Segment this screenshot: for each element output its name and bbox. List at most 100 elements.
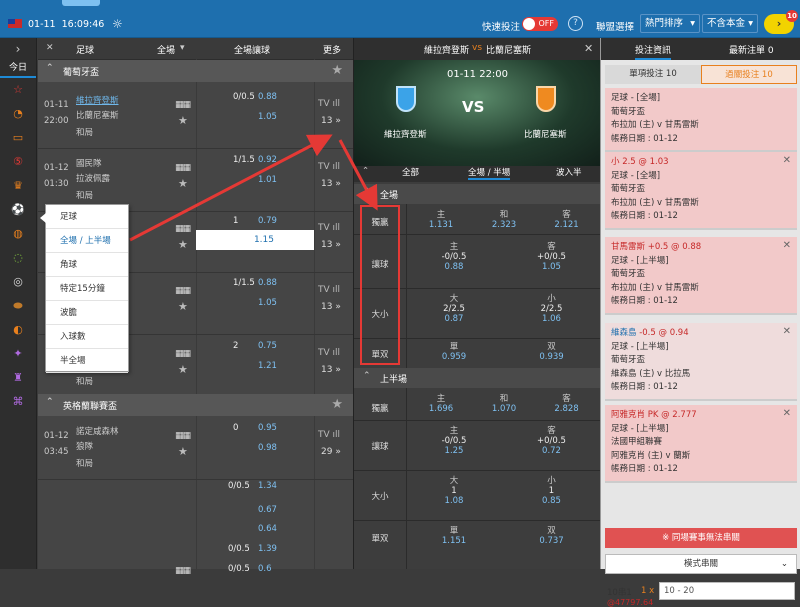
scope-select[interactable]: 全場 <box>157 43 175 56</box>
tab-today[interactable]: 今日 <box>0 60 36 78</box>
clock-icon[interactable]: ◔ <box>0 102 36 126</box>
close-icon[interactable]: ✕ <box>783 154 791 168</box>
five-icon[interactable]: ⑤ <box>0 150 36 174</box>
close-icon[interactable]: ✕ <box>783 407 791 421</box>
bet-card[interactable]: 阿雅克肖 PK @ 2.777 足球 - [上半場] 法國甲組聯賽 阿雅克肖 (主) … <box>605 405 797 483</box>
odds-home[interactable]: 0.88 <box>258 92 277 102</box>
collapse-icon[interactable]: ✕ <box>46 43 54 53</box>
stats-icon[interactable]: ▦▦ <box>175 431 191 441</box>
even-odds[interactable]: 双 0.737 <box>524 524 579 546</box>
parlay-mode-select[interactable]: 模式串關 ⌄ <box>605 554 797 574</box>
close-icon[interactable]: ✕ <box>584 42 593 55</box>
odds-value[interactable]: 0.67 <box>258 505 277 515</box>
tab-single-bet[interactable]: 單項投注 10 <box>605 65 701 84</box>
stats-icon[interactable]: ▦▦ <box>175 224 191 234</box>
more-button[interactable]: 更多 <box>323 43 341 56</box>
more-markets[interactable]: 29 » <box>321 447 341 457</box>
help-icon[interactable]: ? <box>568 16 583 31</box>
market-row[interactable]: 0.64 <box>38 524 353 544</box>
odds-home-win[interactable]: 主 1.131 <box>416 208 466 230</box>
soccer-icon[interactable]: ⚽ <box>0 198 36 222</box>
star-icon[interactable]: ★ <box>178 363 188 376</box>
league-header[interactable]: ⌃ 葡萄牙盃 ★ <box>38 60 353 82</box>
odds-home[interactable]: 0.92 <box>258 155 277 165</box>
market-row[interactable]: 0/0.5 1.34 <box>38 481 353 501</box>
bet-card[interactable]: 小 2.5 @ 1.03 足球 - [全場] 葡萄牙盃 布拉加 (主) v 甘馬雷斯帳… <box>605 152 797 230</box>
badminton-icon[interactable]: ✦ <box>0 342 36 366</box>
tab-latest-bets[interactable]: 最新注單 0 <box>729 43 774 56</box>
over-odds[interactable]: 大 2/2.5 0.87 <box>429 292 479 324</box>
tab-in-play[interactable]: 波入半 <box>556 166 582 178</box>
chevron-down-icon[interactable]: ▾ <box>180 43 185 53</box>
section-half[interactable]: ⌃ 上半場 <box>354 368 601 388</box>
odds-value[interactable]: 1.39 <box>258 544 277 554</box>
baseball-icon[interactable]: ◎ <box>0 270 36 294</box>
tv-icon[interactable]: ▭ <box>0 126 36 150</box>
bet-card[interactable]: 足球 - [全場] 葡萄牙盃 布拉加 (主) v 甘馬雷斯 帳務日期 : 01-12 <box>605 88 797 152</box>
handicap-away[interactable]: 客 +0/0.5 1.05 <box>524 240 579 272</box>
star-icon[interactable]: ★ <box>331 397 343 412</box>
handicap-away[interactable]: 客 +0/0.5 0.72 <box>524 424 579 456</box>
odds-away[interactable]: 0.98 <box>258 443 277 453</box>
stats-icon[interactable]: ▦▦ <box>175 163 191 173</box>
section-full[interactable]: ⌃ 全場 <box>354 184 601 204</box>
tv-icon[interactable]: TV ıll <box>318 223 340 233</box>
tab-bet-info[interactable]: 投注資訊 <box>635 43 672 60</box>
menu-item-15min[interactable]: 特定15分鐘 <box>46 277 128 301</box>
menu-item-full-half[interactable]: 全場 / 上半場 <box>46 229 128 253</box>
league-select-button[interactable]: 聯盟選擇 <box>596 19 634 33</box>
tv-icon[interactable]: TV ıll <box>318 285 340 295</box>
handicap-home[interactable]: 主 -0/0.5 0.88 <box>429 240 479 272</box>
tab-parlay[interactable]: 過關投注 10 <box>701 65 797 84</box>
odds-away-win[interactable]: 客 2.121 <box>539 208 594 230</box>
star-icon[interactable]: ★ <box>178 177 188 190</box>
odds-value[interactable]: 1.34 <box>258 481 277 491</box>
gamepad-icon[interactable]: ⌘ <box>0 390 36 414</box>
odds-away[interactable]: 1.05 <box>258 112 277 122</box>
currency-select[interactable]: 不含本金 <box>702 14 758 33</box>
menu-item-corner[interactable]: 角球 <box>46 253 128 277</box>
odd-odds[interactable]: 單 0.959 <box>429 340 479 362</box>
star-icon[interactable]: ★ <box>331 63 343 78</box>
menu-item-half-full[interactable]: 半全場 <box>46 349 128 373</box>
close-icon[interactable]: ✕ <box>783 239 791 253</box>
tennis-icon[interactable]: ◌ <box>0 246 36 270</box>
chevron-up-icon[interactable]: ⌃ <box>362 166 369 176</box>
odds-value[interactable]: 0.6 <box>258 564 272 574</box>
under-odds[interactable]: 小 2/2.5 1.06 <box>524 292 579 324</box>
tab-all[interactable]: 全部 <box>402 166 419 178</box>
chevron-up-icon[interactable]: ⌃ <box>363 187 371 197</box>
tv-icon[interactable]: TV ıll <box>318 348 340 358</box>
selected-odds-cell[interactable]: 1.15 <box>196 230 314 250</box>
tv-icon[interactable]: TV ıll <box>318 430 340 440</box>
star-icon[interactable]: ★ <box>178 238 188 251</box>
odds-away[interactable]: 1.05 <box>258 298 277 308</box>
odds-home[interactable]: 0.88 <box>258 278 277 288</box>
star-icon[interactable]: ★ <box>178 300 188 313</box>
tv-icon[interactable]: TV ıll <box>318 162 340 172</box>
market-row[interactable]: 0.67 <box>38 505 353 525</box>
menu-item-correct-score[interactable]: 波膽 <box>46 301 128 325</box>
crown-icon[interactable]: ♛ <box>0 174 36 198</box>
odds-away[interactable]: 1.21 <box>258 361 277 371</box>
volleyball-icon[interactable]: ◐ <box>0 318 36 342</box>
odds-home[interactable]: 0.75 <box>258 341 277 351</box>
stake-input[interactable]: 10 - 20 <box>659 582 795 600</box>
stats-icon[interactable]: ▦▦ <box>175 349 191 359</box>
esports-icon[interactable]: ♜ <box>0 366 36 390</box>
bet-card[interactable]: 維森島 -0.5 @ 0.94 足球 - [上半場] 葡萄牙盃 維森島 (主) v 比… <box>605 323 797 401</box>
odds-draw[interactable]: 和 1.070 <box>479 392 529 414</box>
more-markets[interactable]: 13 » <box>321 365 341 375</box>
tab-full-half[interactable]: 全場 / 半場 <box>468 166 511 180</box>
league-header[interactable]: ⌃ 英格蘭聯賽盃 ★ <box>38 394 353 416</box>
football-icon[interactable]: ⬬ <box>0 294 36 318</box>
more-markets[interactable]: 13 » <box>321 240 341 250</box>
menu-item-goals[interactable]: 入球數 <box>46 325 128 349</box>
close-icon[interactable]: ✕ <box>783 325 791 339</box>
match-row[interactable]: 01-11 22:00 維拉齊登斯 比蘭尼塞斯 和局 ▦▦ ★ 0/0.5 0.88 1.05 TV… <box>38 86 353 149</box>
star-icon[interactable]: ☆ <box>0 78 36 102</box>
under-odds[interactable]: 小 1 0.85 <box>524 474 579 506</box>
star-icon[interactable]: ★ <box>178 114 188 127</box>
basketball-icon[interactable]: ◍ <box>0 222 36 246</box>
more-markets[interactable]: 13 » <box>321 179 341 189</box>
